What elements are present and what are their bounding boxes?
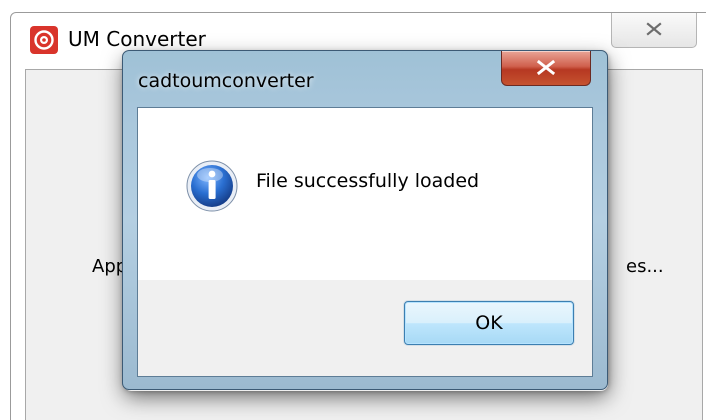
message-area: File successfully loaded — [138, 108, 592, 280]
dialog-message: File successfully loaded — [256, 170, 480, 192]
main-window-title: UM Converter — [68, 27, 206, 51]
status-text-right: es... — [626, 256, 664, 277]
ok-button[interactable]: OK — [404, 301, 574, 345]
screen: UM Converter Appl es... cadtoumconverter — [0, 0, 706, 420]
app-logo-icon — [30, 26, 58, 54]
message-dialog: cadtoumconverter File successfully loade… — [122, 50, 608, 390]
dialog-title: cadtoumconverter — [138, 70, 314, 92]
dialog-close-button[interactable] — [501, 51, 591, 86]
dialog-body: File successfully loaded OK — [137, 107, 593, 377]
info-icon — [186, 160, 238, 212]
close-icon — [646, 22, 662, 36]
close-icon — [536, 59, 556, 76]
main-close-button[interactable] — [611, 13, 697, 48]
